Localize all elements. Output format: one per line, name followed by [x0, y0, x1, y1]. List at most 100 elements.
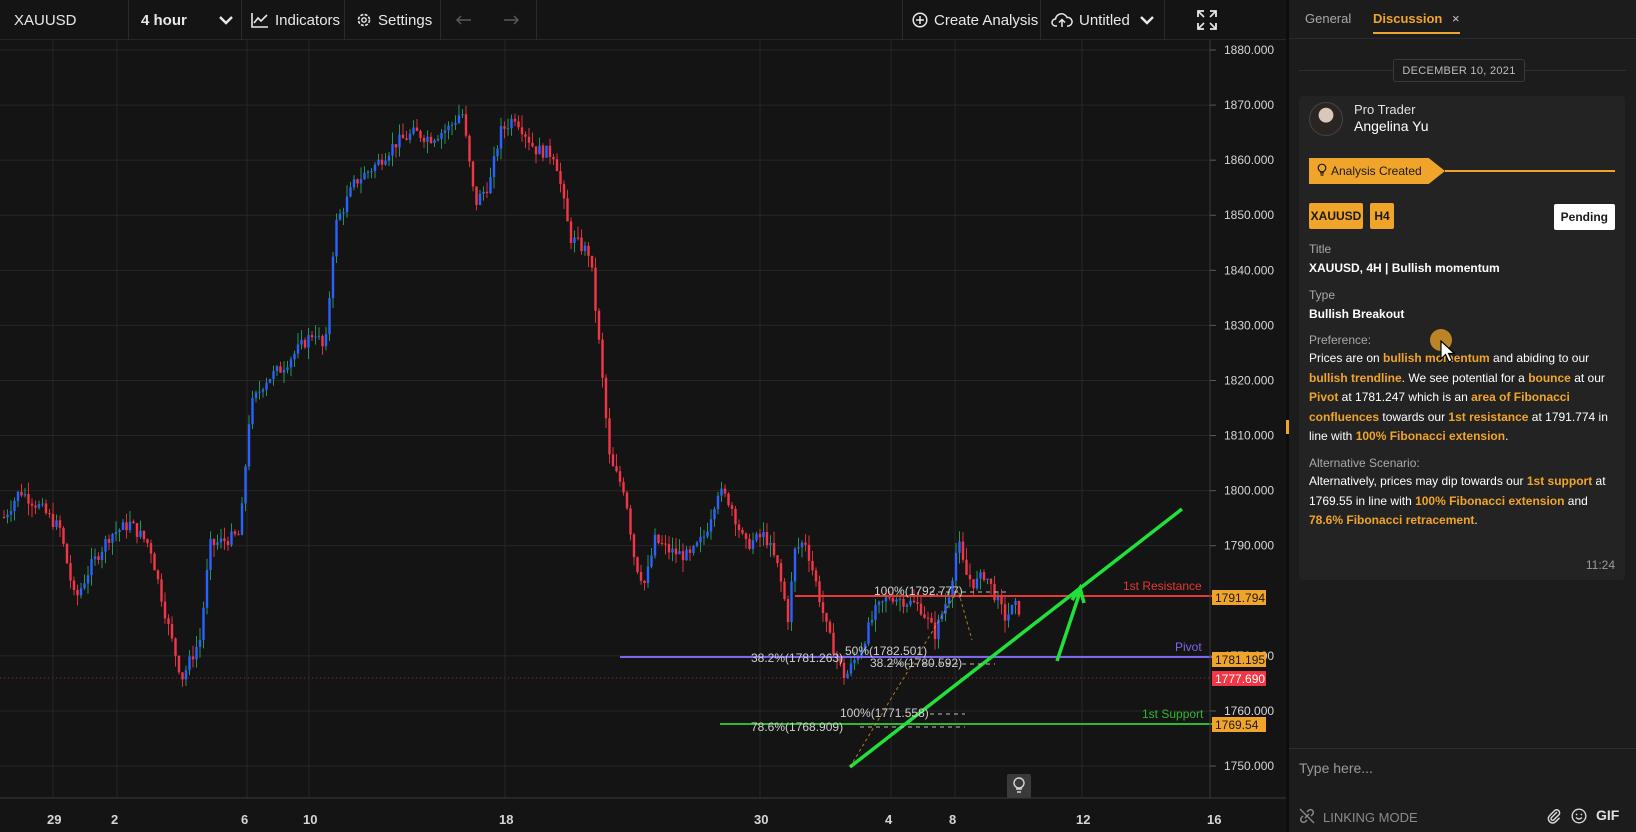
tabs-divider — [1289, 38, 1636, 39]
toolbar-divider — [440, 0, 441, 40]
candle-body — [265, 382, 268, 390]
candle-body — [51, 514, 55, 528]
candle-body — [713, 509, 716, 520]
candle-body — [440, 132, 443, 139]
settings-button[interactable]: Settings — [356, 0, 432, 40]
create-analysis-label: Create Analysis — [934, 11, 1039, 29]
candle-body — [618, 471, 622, 482]
candle-body — [919, 603, 923, 615]
symbol-label: XAUUSD — [14, 11, 77, 29]
close-icon[interactable]: × — [1452, 11, 1460, 26]
alert-bulb-button[interactable] — [1007, 774, 1031, 798]
title-label: Title — [1309, 242, 1332, 256]
candle-body — [989, 578, 993, 584]
candle-body — [2, 517, 6, 519]
candle-body — [972, 579, 975, 589]
chart-line-icon — [251, 12, 269, 28]
candle-body — [947, 597, 951, 604]
timeframe-dropdown[interactable]: 4 hour — [141, 0, 233, 40]
candle-body — [223, 538, 226, 542]
candle-body — [923, 614, 926, 618]
candle-body — [202, 607, 205, 640]
date-chip: DECEMBER 10, 2021 — [1393, 59, 1525, 82]
candle-body — [685, 549, 688, 561]
date-tick-label: 30 — [754, 812, 768, 827]
candle-body — [167, 618, 170, 625]
candle-body — [79, 588, 83, 596]
candle-body — [695, 542, 699, 547]
candle-body — [114, 531, 118, 535]
candle-body — [373, 164, 377, 172]
candle-body — [902, 598, 905, 607]
candle-body — [37, 504, 41, 508]
linking-mode-toggle[interactable]: LINKING MODE — [1299, 808, 1418, 827]
symbol-selector[interactable]: XAUUSD — [14, 0, 77, 40]
date-tick-label: 4 — [885, 812, 893, 827]
candle-body — [573, 237, 576, 243]
fib-label: 100%(1792.777) — [874, 584, 963, 598]
timeframe-label: 4 hour — [141, 11, 187, 29]
paperclip-icon[interactable] — [1547, 808, 1561, 827]
indicators-button[interactable]: Indicators — [251, 0, 340, 40]
candle-body — [125, 522, 128, 531]
candle-body — [926, 617, 930, 619]
price-tick-label: 1820.000 — [1224, 373, 1274, 387]
gif-button[interactable]: GIF — [1596, 807, 1619, 823]
message-input[interactable] — [1299, 755, 1619, 781]
author-name[interactable]: Angelina Yu — [1354, 118, 1428, 134]
price-chart[interactable]: 1st Resistance Pivot 1st Support 100%(17… — [0, 40, 1286, 832]
price-tick-label: 1830.000 — [1224, 318, 1274, 332]
candle-body — [401, 134, 405, 139]
gear-icon — [356, 12, 372, 28]
date-tick-label: 16 — [1207, 812, 1221, 827]
candle-body — [426, 136, 429, 142]
discussion-panel: General Discussion × DECEMBER 10, 2021 P… — [1289, 0, 1636, 832]
candle-body — [968, 574, 972, 580]
candle-body — [65, 543, 69, 564]
date-tick-label: 29 — [47, 812, 61, 827]
candle-body — [198, 639, 202, 647]
candle-body — [954, 552, 958, 581]
candle-body — [608, 418, 611, 455]
undo-button[interactable] — [456, 0, 472, 40]
fullscreen-button[interactable] — [1197, 0, 1217, 40]
candle-body — [195, 646, 198, 660]
workspace-dropdown[interactable]: Untitled — [1051, 0, 1154, 40]
chart-drawings[interactable] — [620, 507, 1214, 769]
compose-area — [1289, 748, 1636, 786]
candle-body — [625, 492, 629, 509]
resistance-label: 1st Resistance — [1123, 579, 1202, 593]
candle-body — [405, 138, 408, 140]
chart-canvas[interactable]: 1st Resistance Pivot 1st Support 100%(17… — [0, 40, 1286, 832]
candle-body — [104, 539, 107, 552]
candle-body — [475, 186, 478, 205]
candle-body — [1017, 600, 1021, 615]
candle-body — [335, 219, 338, 257]
candle-body — [1014, 600, 1017, 605]
tab-general[interactable]: General — [1305, 11, 1351, 26]
candle-body — [443, 130, 447, 133]
redo-button[interactable] — [503, 0, 519, 40]
candle-body — [146, 539, 149, 544]
candle-body — [338, 213, 342, 220]
candle-body — [751, 540, 755, 549]
candle-body — [881, 601, 884, 603]
candle-body — [240, 503, 244, 535]
candle-body — [615, 466, 618, 472]
candle-body — [13, 500, 16, 512]
tab-discussion[interactable]: Discussion × — [1373, 11, 1460, 34]
candle-body — [681, 551, 685, 561]
timeframe-chip: H4 — [1370, 203, 1394, 229]
avatar[interactable] — [1309, 102, 1343, 136]
time-axis[interactable]: 29 2 6 10 18 30 4 8 12 16 — [47, 812, 1221, 827]
candle-body — [394, 144, 398, 148]
emoji-icon[interactable] — [1571, 808, 1587, 827]
candle-body — [429, 136, 433, 144]
price-tick-label: 1810.000 — [1224, 429, 1274, 443]
bullish-trendline[interactable] — [848, 507, 1184, 769]
candle-body — [328, 298, 331, 335]
candle-body — [212, 539, 216, 546]
create-analysis-button[interactable]: Create Analysis — [912, 0, 1038, 40]
candle-body — [930, 617, 933, 623]
candle-body — [961, 541, 965, 560]
